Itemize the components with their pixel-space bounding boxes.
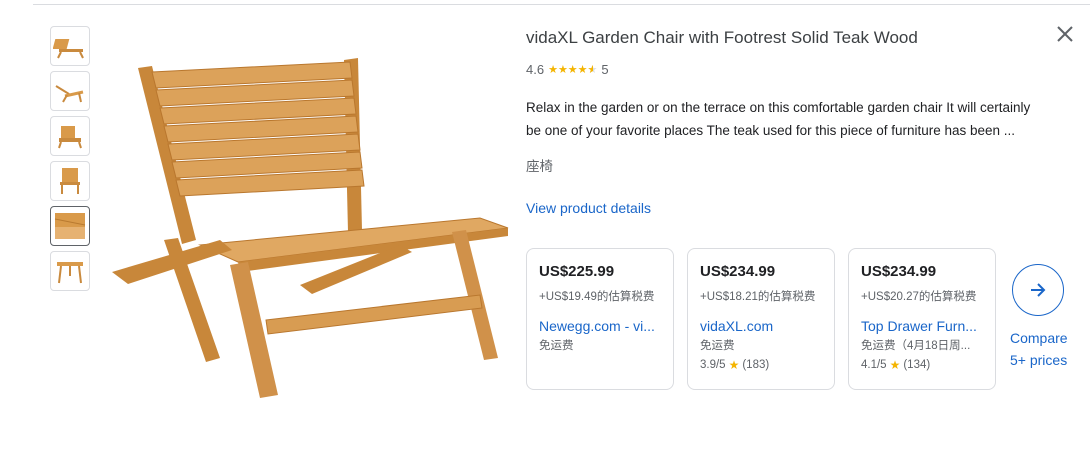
thumbnail-5[interactable] bbox=[50, 206, 90, 246]
thumbnail-2[interactable] bbox=[50, 71, 90, 111]
offer-seller-link[interactable]: Newegg.com - vi... bbox=[539, 318, 661, 334]
chair-thumbnail-image bbox=[53, 39, 84, 59]
star-rating-icon: ★★★★ ★ ★ bbox=[548, 64, 598, 76]
thumbnail-6[interactable] bbox=[50, 251, 90, 291]
compare-label: Compare bbox=[1010, 330, 1068, 346]
close-icon bbox=[1057, 26, 1073, 42]
description-line-2: be one of your favorite places The teak … bbox=[526, 123, 1016, 138]
chair-front-thumbnail-image bbox=[60, 168, 80, 194]
compare-count: 5+ prices bbox=[1010, 352, 1068, 368]
seller-review-count: (134) bbox=[903, 359, 931, 371]
rating-value: 4.6 bbox=[526, 62, 545, 77]
product-main-image bbox=[100, 40, 515, 405]
next-offers-button[interactable] bbox=[1012, 264, 1064, 316]
product-category: 座椅 bbox=[526, 159, 553, 174]
chair-legs-thumbnail-image bbox=[57, 262, 83, 284]
thumbnail-3[interactable] bbox=[50, 116, 90, 156]
offer-card[interactable]: US$234.99 +US$18.21的估算税费 vidaXL.com 免运费 … bbox=[687, 248, 835, 390]
offer-shipping: 免运费 bbox=[700, 340, 735, 352]
seller-rating: 4.1/5 ★ (134) bbox=[861, 358, 983, 372]
thumbnail-4[interactable] bbox=[50, 161, 90, 201]
teak-chair-illustration bbox=[112, 58, 509, 398]
seller-review-count: (183) bbox=[742, 359, 770, 371]
offer-tax: +US$19.49的估算税费 bbox=[539, 291, 655, 303]
offer-price: US$234.99 bbox=[861, 263, 937, 280]
offer-seller-link[interactable]: Top Drawer Furn... bbox=[861, 318, 983, 334]
offer-price: US$234.99 bbox=[700, 263, 776, 280]
thumbnail-strip bbox=[50, 26, 90, 296]
close-button[interactable] bbox=[1054, 23, 1076, 45]
description-line-1: Relax in the garden or on the terrace on… bbox=[526, 100, 1031, 115]
offer-shipping: 免运费（4月18日周... bbox=[861, 340, 971, 352]
chair-angle-thumbnail-image bbox=[58, 126, 82, 149]
view-product-details-link[interactable]: View product details bbox=[526, 200, 651, 216]
offer-seller-link[interactable]: vidaXL.com bbox=[700, 318, 822, 334]
product-rating-row: 4.6 ★★★★ ★ ★ 5 bbox=[526, 62, 609, 77]
offer-tax: +US$20.27的估算税费 bbox=[861, 291, 977, 303]
arrow-right-icon bbox=[1031, 283, 1046, 297]
offer-card[interactable]: US$234.99 +US$20.27的估算税费 Top Drawer Furn… bbox=[848, 248, 996, 390]
thumbnail-1[interactable] bbox=[50, 26, 90, 66]
top-divider bbox=[33, 4, 1090, 5]
offer-price: US$225.99 bbox=[539, 263, 615, 280]
product-title: vidaXL Garden Chair with Footrest Solid … bbox=[526, 28, 918, 47]
review-count[interactable]: 5 bbox=[601, 62, 608, 77]
offer-card[interactable]: US$225.99 +US$19.49的估算税费 Newegg.com - vi… bbox=[526, 248, 674, 390]
seller-rating-value: 3.9/5 bbox=[700, 359, 726, 371]
star-icon: ★ bbox=[889, 358, 901, 372]
compare-prices-link[interactable]: Compare 5+ prices bbox=[1010, 327, 1068, 371]
product-description: Relax in the garden or on the terrace on… bbox=[526, 96, 1061, 142]
chair-detail-thumbnail-image bbox=[54, 213, 86, 239]
chair-side-thumbnail-image bbox=[55, 85, 84, 103]
offer-shipping: 免运费 bbox=[539, 340, 574, 352]
seller-rating: 3.9/5 ★ (183) bbox=[700, 358, 822, 372]
offer-tax: +US$18.21的估算税费 bbox=[700, 291, 816, 303]
star-icon: ★ bbox=[728, 358, 740, 372]
seller-rating-value: 4.1/5 bbox=[861, 359, 887, 371]
